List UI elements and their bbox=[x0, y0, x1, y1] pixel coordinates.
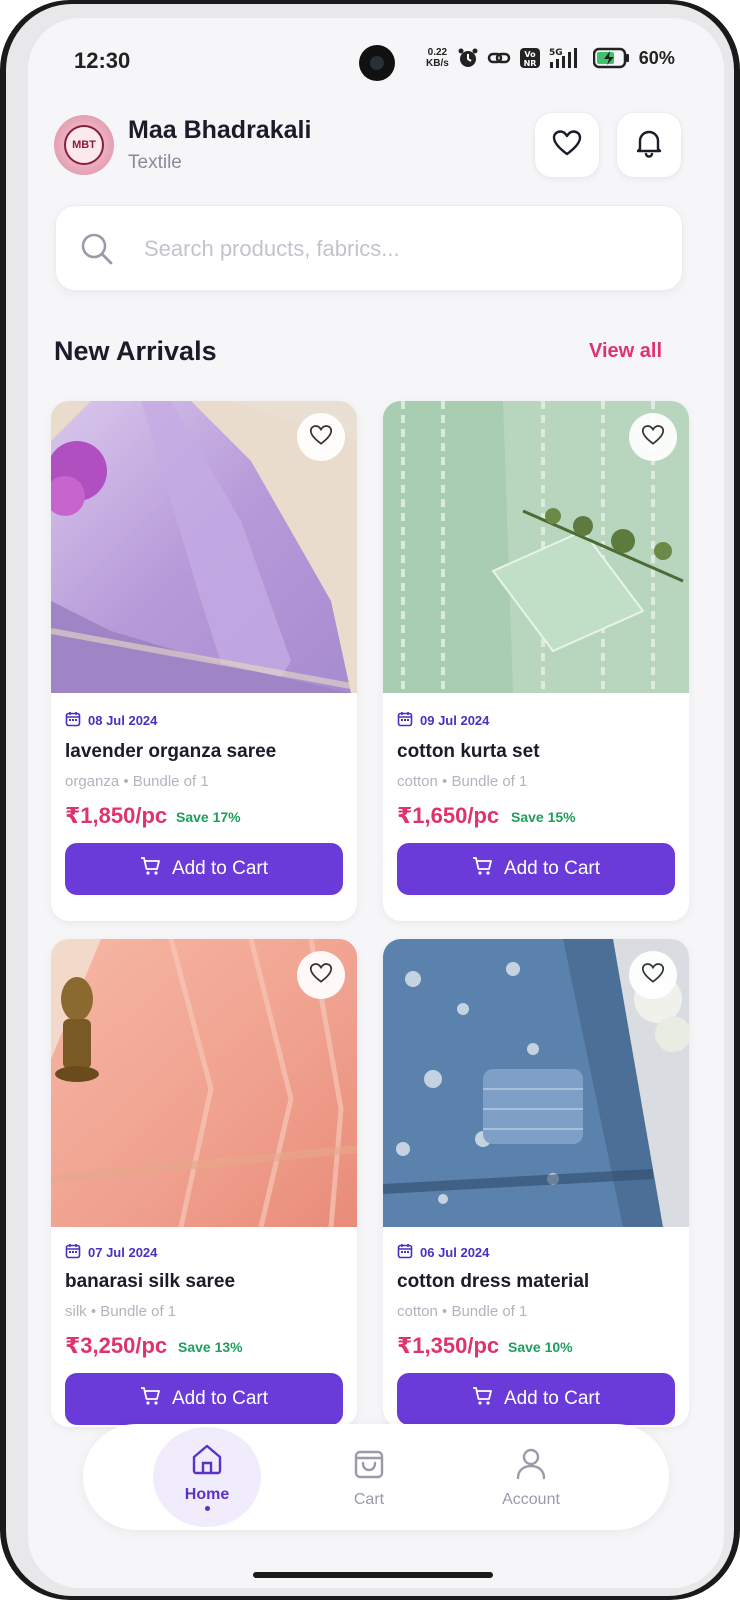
wishlist-button[interactable] bbox=[534, 112, 600, 178]
save-badge: Save 17% bbox=[176, 809, 241, 825]
nav-item-home[interactable]: Home bbox=[147, 1424, 267, 1530]
heart-icon bbox=[309, 424, 333, 451]
product-price: ₹1,650/pc bbox=[397, 803, 500, 828]
product-date: 06 Jul 2024 bbox=[420, 1245, 490, 1260]
nav-label-cart: Cart bbox=[353, 1490, 385, 1508]
add-to-cart-label: Add to Cart bbox=[171, 1388, 269, 1409]
product-card[interactable]: 08 Jul 2024 lavender organza saree organ… bbox=[51, 401, 357, 921]
add-to-cart-button[interactable]: Add to Cart bbox=[65, 1373, 343, 1425]
product-image[interactable] bbox=[51, 401, 357, 693]
product-meta: cotton • Bundle of 1 bbox=[397, 773, 528, 790]
search-input[interactable] bbox=[142, 228, 646, 270]
date-row: 06 Jul 2024 bbox=[397, 1243, 489, 1262]
product-image[interactable] bbox=[51, 939, 357, 1227]
save-badge: Save 15% bbox=[511, 809, 576, 825]
logo-text: MBT bbox=[64, 125, 104, 165]
date-row: 09 Jul 2024 bbox=[397, 711, 489, 730]
add-to-cart-label: Add to Cart bbox=[171, 858, 269, 879]
cart-icon bbox=[472, 856, 494, 882]
product-date: 08 Jul 2024 bbox=[88, 713, 158, 728]
nav-label-account: Account bbox=[502, 1490, 560, 1508]
search-bar[interactable] bbox=[55, 205, 683, 291]
date-row: 08 Jul 2024 bbox=[65, 711, 157, 730]
alarm-icon bbox=[457, 47, 479, 69]
battery-icon bbox=[592, 47, 631, 69]
store-name: Maa Bhadrakali bbox=[128, 116, 312, 144]
store-subtitle: Textile bbox=[128, 152, 182, 173]
svg-text:NR: NR bbox=[523, 59, 536, 68]
favorite-button[interactable] bbox=[297, 951, 345, 999]
add-to-cart-label: Add to Cart bbox=[503, 1388, 601, 1409]
shopping-bag-icon bbox=[352, 1446, 386, 1485]
product-card[interactable]: 06 Jul 2024 cotton dress material cotton… bbox=[383, 939, 689, 1427]
calendar-icon bbox=[397, 711, 413, 730]
network-speed-unit: KB/s bbox=[426, 58, 449, 69]
product-name[interactable]: cotton kurta set bbox=[397, 741, 540, 763]
date-row: 07 Jul 2024 bbox=[65, 1243, 157, 1262]
add-to-cart-button[interactable]: Add to Cart bbox=[397, 843, 675, 895]
bell-icon bbox=[635, 128, 663, 163]
add-to-cart-label: Add to Cart bbox=[503, 858, 601, 879]
phone-frame: 12:30 0.22 KB/s Vo NR 5G 60% MBT Maa Bha… bbox=[0, 0, 740, 1600]
product-meta: cotton • Bundle of 1 bbox=[397, 1303, 528, 1320]
product-meta: organza • Bundle of 1 bbox=[65, 773, 209, 790]
user-icon bbox=[514, 1446, 548, 1485]
network-speed-value: 0.22 bbox=[427, 47, 448, 58]
product-meta: silk • Bundle of 1 bbox=[65, 1303, 177, 1320]
favorite-button[interactable] bbox=[629, 951, 677, 999]
link-icon bbox=[487, 49, 511, 67]
nav-item-account[interactable]: Account bbox=[471, 1424, 591, 1530]
heart-icon bbox=[552, 129, 582, 162]
product-date: 07 Jul 2024 bbox=[88, 1245, 158, 1260]
svg-text:5G: 5G bbox=[549, 48, 563, 58]
cart-icon bbox=[140, 1386, 162, 1412]
heart-icon bbox=[641, 962, 665, 989]
volte-icon: Vo NR bbox=[519, 47, 541, 69]
heart-icon bbox=[641, 424, 665, 451]
signal-icon: 5G bbox=[549, 46, 585, 70]
calendar-icon bbox=[65, 1243, 81, 1262]
save-badge: Save 10% bbox=[508, 1339, 573, 1355]
nav-label-home: Home bbox=[184, 1486, 230, 1503]
phone-bezel: 12:30 0.22 KB/s Vo NR 5G 60% MBT Maa Bha… bbox=[6, 4, 734, 1596]
notifications-button[interactable] bbox=[616, 112, 682, 178]
product-card[interactable]: 07 Jul 2024 banarasi silk saree silk • B… bbox=[51, 939, 357, 1427]
section-title: New Arrivals bbox=[54, 336, 217, 366]
product-name[interactable]: lavender organza saree bbox=[65, 741, 276, 763]
view-all-link[interactable]: View all bbox=[589, 340, 662, 363]
product-name[interactable]: banarasi silk saree bbox=[65, 1271, 235, 1293]
status-time: 12:30 bbox=[74, 48, 131, 73]
product-card[interactable]: 09 Jul 2024 cotton kurta set cotton • Bu… bbox=[383, 401, 689, 921]
status-icons: 0.22 KB/s Vo NR 5G 60% bbox=[426, 46, 675, 70]
product-price: ₹1,350/pc bbox=[397, 1333, 500, 1358]
product-image[interactable] bbox=[383, 401, 689, 693]
cart-icon bbox=[472, 1386, 494, 1412]
calendar-icon bbox=[65, 711, 81, 730]
heart-icon bbox=[309, 962, 333, 989]
favorite-button[interactable] bbox=[297, 413, 345, 461]
calendar-icon bbox=[397, 1243, 413, 1262]
product-date: 09 Jul 2024 bbox=[420, 713, 490, 728]
network-speed: 0.22 KB/s bbox=[426, 47, 449, 69]
app-screen: 12:30 0.22 KB/s Vo NR 5G 60% MBT Maa Bha… bbox=[28, 18, 724, 1588]
battery-percent: 60% bbox=[638, 47, 675, 68]
home-icon bbox=[190, 1443, 224, 1480]
svg-text:Vo: Vo bbox=[524, 50, 536, 59]
front-camera bbox=[359, 45, 395, 81]
cart-icon bbox=[140, 856, 162, 882]
active-indicator-dot bbox=[204, 1506, 210, 1511]
store-logo[interactable]: MBT bbox=[54, 115, 114, 175]
add-to-cart-button[interactable]: Add to Cart bbox=[65, 843, 343, 895]
home-indicator[interactable] bbox=[253, 1572, 493, 1578]
add-to-cart-button[interactable]: Add to Cart bbox=[397, 1373, 675, 1425]
product-image[interactable] bbox=[383, 939, 689, 1227]
bottom-navigation: Home Cart Account bbox=[83, 1424, 669, 1530]
product-price: ₹1,850/pc bbox=[65, 803, 168, 828]
search-icon bbox=[80, 232, 114, 271]
product-name[interactable]: cotton dress material bbox=[397, 1271, 589, 1293]
nav-item-cart[interactable]: Cart bbox=[309, 1424, 429, 1530]
save-badge: Save 13% bbox=[178, 1339, 243, 1355]
favorite-button[interactable] bbox=[629, 413, 677, 461]
product-price: ₹3,250/pc bbox=[65, 1333, 168, 1358]
